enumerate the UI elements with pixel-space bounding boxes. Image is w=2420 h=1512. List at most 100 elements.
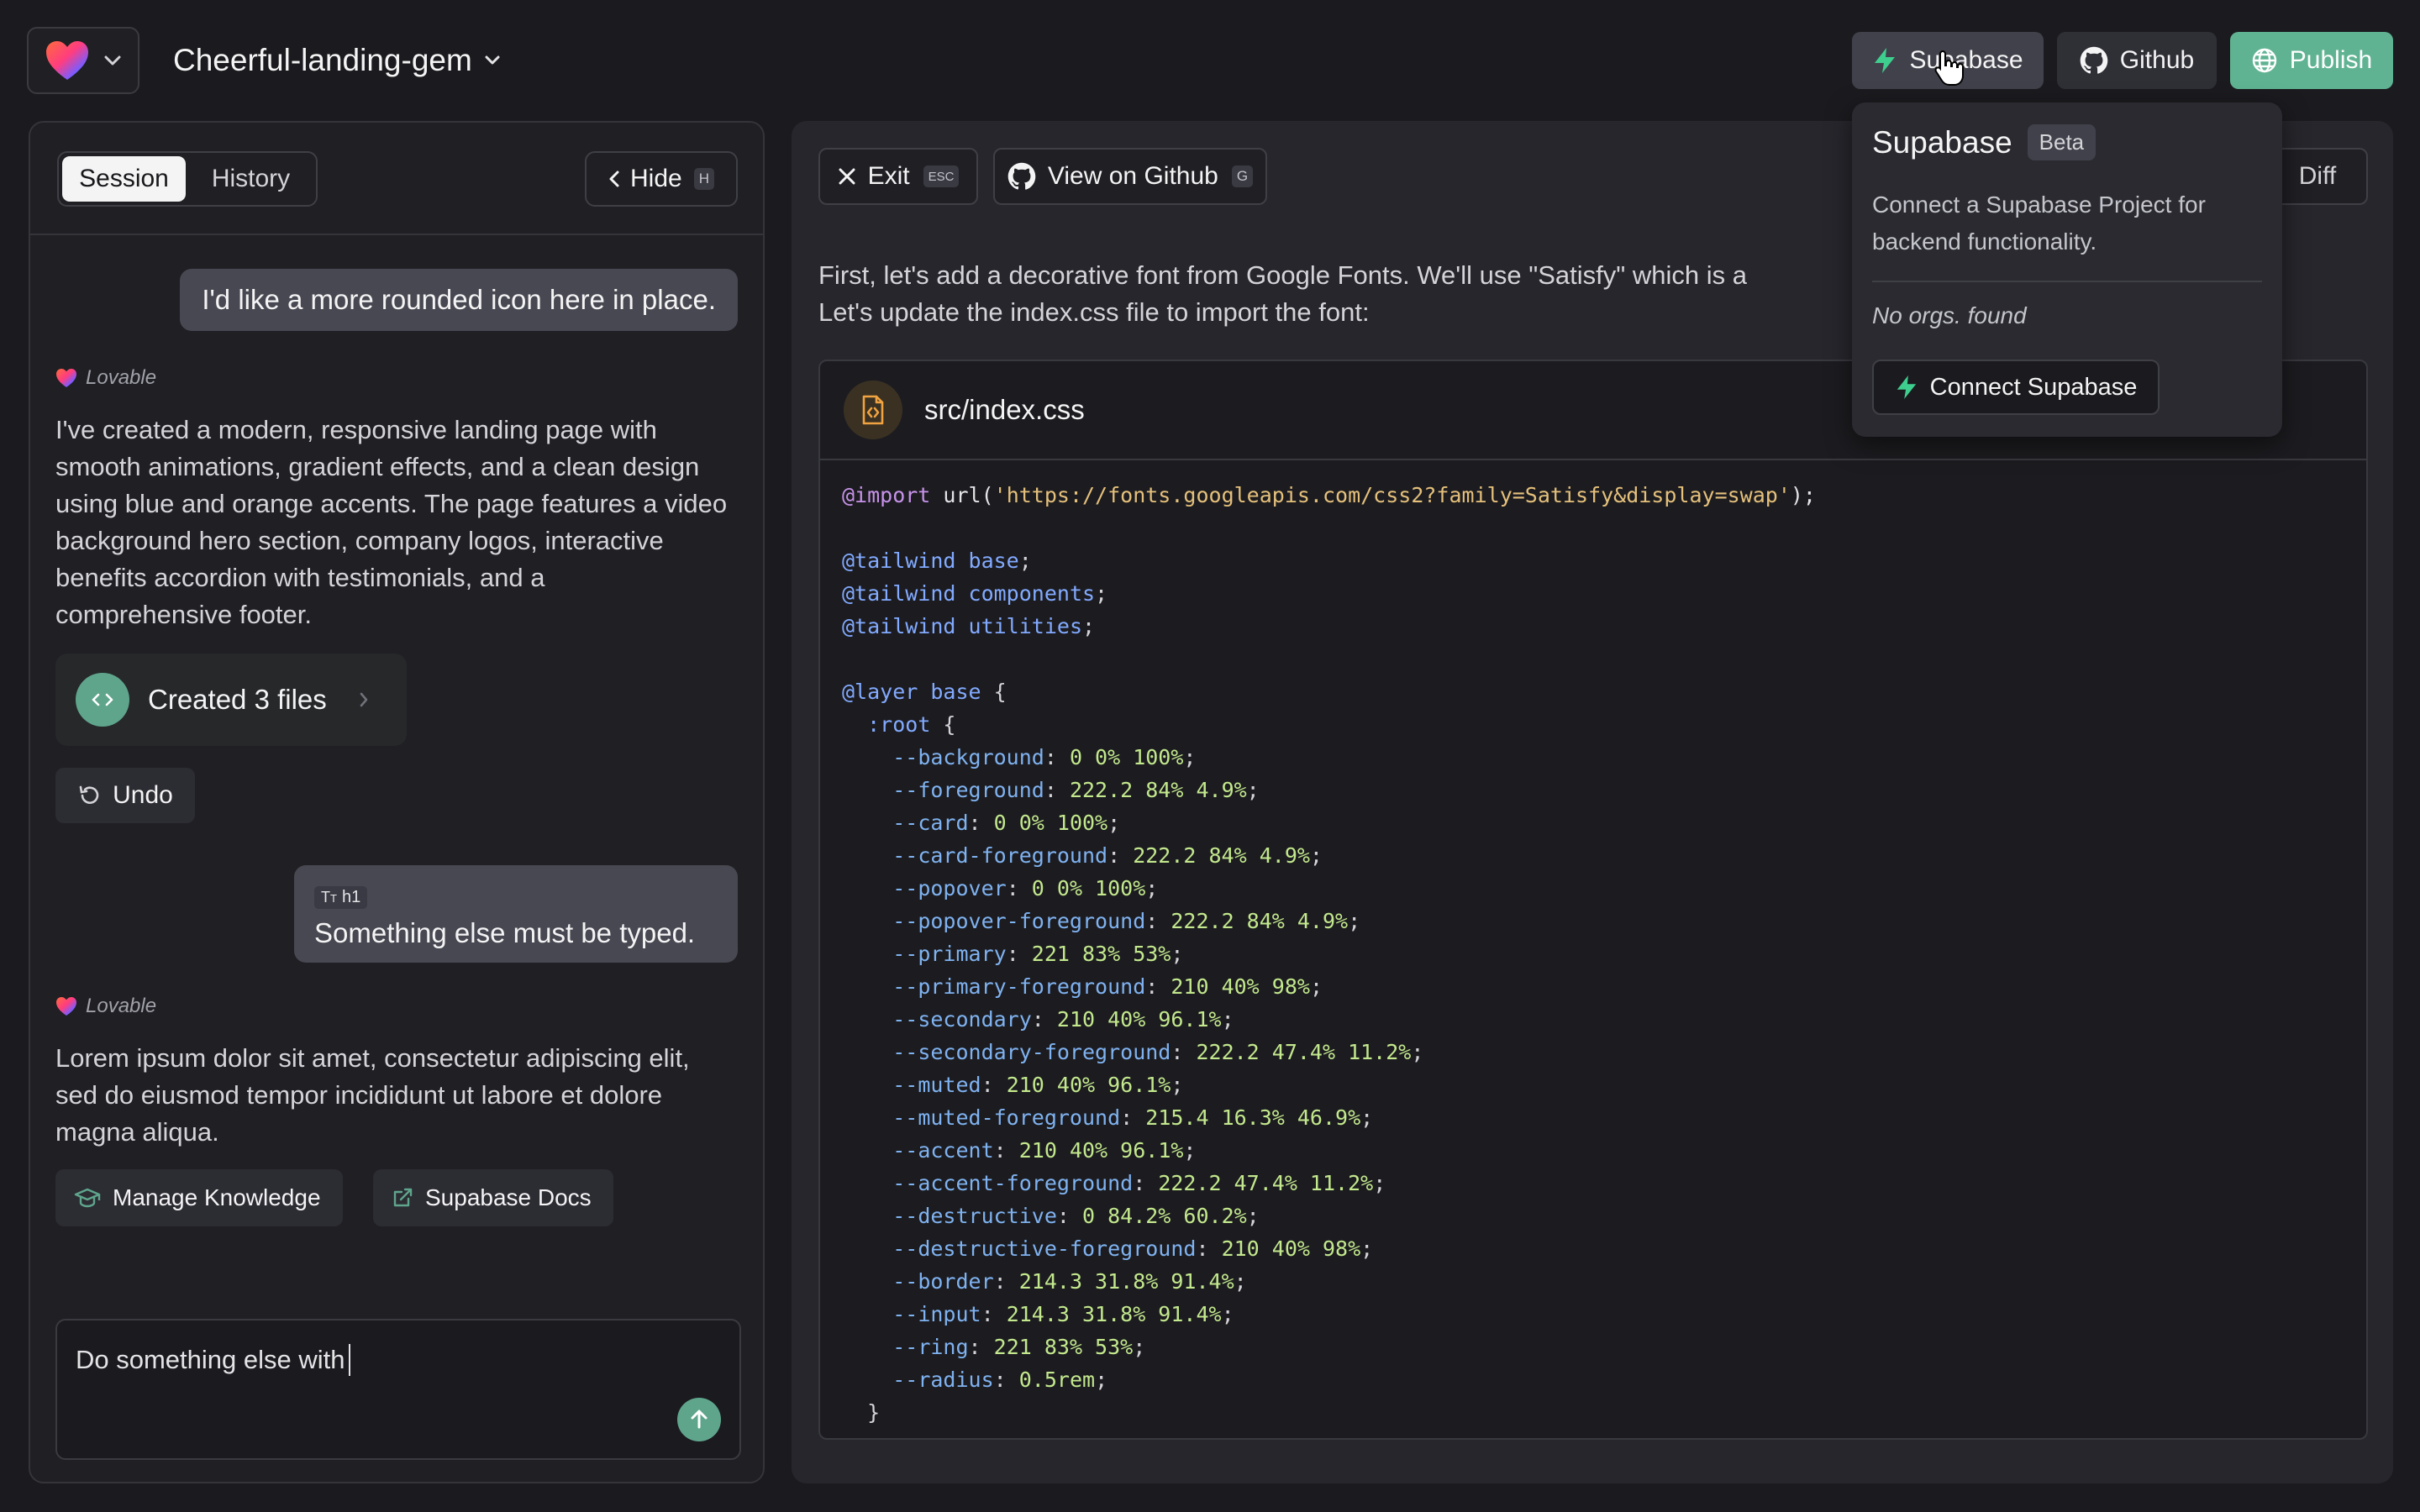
graduation-cap-icon bbox=[74, 1187, 101, 1209]
view-on-github-label: View on Github bbox=[1047, 162, 1218, 190]
code-line: --foreground: 222.2 84% 4.9%; bbox=[892, 778, 1260, 802]
supabase-docs-button[interactable]: Supabase Docs bbox=[373, 1169, 613, 1226]
chevron-left-icon bbox=[608, 170, 620, 188]
heart-logo-icon bbox=[55, 996, 77, 1016]
popover-title: Supabase bbox=[1872, 124, 2012, 160]
chevron-down-icon bbox=[484, 55, 501, 66]
chat-panel: Session History Hide H I'd like a more r… bbox=[29, 121, 765, 1483]
assistant-message: Lorem ipsum dolor sit amet, consectetur … bbox=[55, 1043, 690, 1147]
empty-state-text: No orgs. found bbox=[1872, 302, 2027, 328]
external-link-icon bbox=[392, 1187, 413, 1209]
code-line: --popover: 0 0% 100%; bbox=[892, 876, 1159, 900]
exit-label: Exit bbox=[867, 162, 910, 190]
popover-description: Connect a Supabase Project for backend f… bbox=[1872, 192, 2206, 255]
beta-badge: Beta bbox=[2027, 124, 2096, 160]
project-logo-button[interactable] bbox=[27, 27, 139, 94]
code-line: --card-foreground: 222.2 84% 4.9%; bbox=[892, 843, 1323, 868]
code-line: --primary: 221 83% 53%; bbox=[892, 942, 1184, 966]
code-line: --muted-foreground: 215.4 16.3% 46.9%; bbox=[892, 1105, 1374, 1130]
view-on-github-shortcut: G bbox=[1231, 165, 1254, 187]
code-line: --input: 214.3 31.8% 91.4%; bbox=[892, 1302, 1234, 1326]
assistant-sender: Lovable bbox=[55, 995, 156, 1018]
arrow-up-icon bbox=[689, 1409, 709, 1431]
created-files-card[interactable]: Created 3 files bbox=[55, 654, 407, 746]
project-name-dropdown[interactable]: Cheerful-landing-gem bbox=[173, 40, 501, 81]
chat-input-value: Do something else with bbox=[76, 1345, 345, 1374]
github-icon bbox=[1007, 162, 1036, 191]
assistant-message: I've created a modern, responsive landin… bbox=[55, 415, 728, 629]
code-line: :root { bbox=[867, 712, 956, 737]
manage-knowledge-label: Manage Knowledge bbox=[113, 1184, 321, 1210]
file-name: src/index.css bbox=[924, 394, 1085, 425]
connect-supabase-button[interactable]: Connect Supabase bbox=[1872, 360, 2160, 415]
user-message: I'd like a more rounded icon here in pla… bbox=[180, 269, 738, 331]
globe-icon bbox=[2251, 47, 2278, 74]
send-button[interactable] bbox=[677, 1398, 721, 1441]
hide-label: Hide bbox=[630, 165, 682, 192]
code-line: } bbox=[842, 1400, 881, 1425]
github-button[interactable]: Github bbox=[2057, 32, 2217, 89]
code-line: --accent: 210 40% 96.1%; bbox=[892, 1138, 1197, 1163]
element-tag-label: h1 bbox=[341, 888, 361, 906]
user-message-text: I'd like a more rounded icon here in pla… bbox=[202, 284, 716, 315]
text-caret bbox=[348, 1344, 350, 1376]
diff-label: Diff bbox=[2298, 162, 2337, 190]
explanation-line: Let's update the index.css file to impor… bbox=[818, 297, 1370, 327]
code-line: --radius: 0.5rem; bbox=[892, 1368, 1108, 1392]
sender-name: Lovable bbox=[86, 366, 157, 389]
project-name: Cheerful-landing-gem bbox=[173, 43, 472, 77]
assistant-sender: Lovable bbox=[55, 366, 156, 390]
code-line: --muted: 210 40% 96.1%; bbox=[892, 1073, 1184, 1097]
code-file-card: src/index.css @import url('https://fonts… bbox=[818, 360, 2368, 1440]
hand-pointer-cursor-icon bbox=[1933, 49, 1966, 87]
code-line: --card: 0 0% 100%; bbox=[892, 811, 1121, 835]
hide-shortcut: H bbox=[693, 168, 714, 190]
publish-label: Publish bbox=[2289, 46, 2373, 74]
code-line: @tailwind utilities; bbox=[842, 614, 1096, 638]
code-line: --secondary: 210 40% 96.1%; bbox=[892, 1007, 1234, 1032]
text-style-icon: TT bbox=[321, 889, 337, 906]
publish-button[interactable]: Publish bbox=[2230, 32, 2393, 89]
supabase-docs-label: Supabase Docs bbox=[425, 1184, 592, 1210]
code-line: --background: 0 0% 100%; bbox=[892, 745, 1197, 769]
chevron-right-icon bbox=[359, 691, 369, 708]
chat-panel-header: Session History Hide H bbox=[30, 123, 763, 235]
code-icon bbox=[76, 673, 129, 727]
diff-button[interactable]: Diff bbox=[2267, 148, 2368, 205]
code-line: --primary-foreground: 210 40% 98%; bbox=[892, 974, 1323, 999]
code-line: --accent-foreground: 222.2 47.4% 11.2%; bbox=[892, 1171, 1386, 1195]
code-line: --border: 214.3 31.8% 91.4%; bbox=[892, 1269, 1247, 1294]
chat-input[interactable]: Do something else with bbox=[55, 1319, 741, 1460]
code-line: @tailwind base; bbox=[842, 549, 1032, 573]
heart-logo-icon bbox=[45, 39, 90, 81]
code-line: --secondary-foreground: 222.2 47.4% 11.2… bbox=[892, 1040, 1424, 1064]
supabase-bolt-icon bbox=[1895, 375, 1918, 400]
undo-icon bbox=[77, 784, 101, 807]
user-message: TT h1 Something else must be typed. bbox=[294, 865, 738, 963]
user-message-text: Something else must be typed. bbox=[314, 917, 696, 948]
hide-panel-button[interactable]: Hide H bbox=[585, 151, 738, 207]
created-files-label: Created 3 files bbox=[148, 684, 327, 715]
exit-button[interactable]: Exit ESC bbox=[818, 148, 978, 205]
tab-history[interactable]: History bbox=[189, 156, 313, 202]
github-icon bbox=[2080, 46, 2108, 75]
manage-knowledge-button[interactable]: Manage Knowledge bbox=[55, 1169, 343, 1226]
code-line: --destructive-foreground: 210 40% 98%; bbox=[892, 1236, 1374, 1261]
github-label: Github bbox=[2119, 46, 2195, 74]
view-on-github-button[interactable]: View on Github G bbox=[993, 148, 1267, 205]
session-history-toggle: Session History bbox=[57, 151, 318, 207]
undo-button[interactable]: Undo bbox=[55, 768, 195, 823]
tab-session[interactable]: Session bbox=[62, 156, 186, 202]
code-line: @tailwind components; bbox=[842, 581, 1108, 606]
divider bbox=[1872, 281, 2262, 282]
supabase-label: Supabase bbox=[1909, 46, 2023, 74]
undo-label: Undo bbox=[113, 781, 173, 809]
code-line: @import url('https://fonts.googleapis.co… bbox=[842, 483, 1816, 507]
close-icon bbox=[838, 167, 856, 186]
supabase-popover: Supabase Beta Connect a Supabase Project… bbox=[1852, 102, 2282, 437]
explanation-line: First, let's add a decorative font from … bbox=[818, 260, 1747, 290]
code-line: --popover-foreground: 222.2 84% 4.9%; bbox=[892, 909, 1361, 933]
heart-logo-icon bbox=[55, 368, 77, 388]
